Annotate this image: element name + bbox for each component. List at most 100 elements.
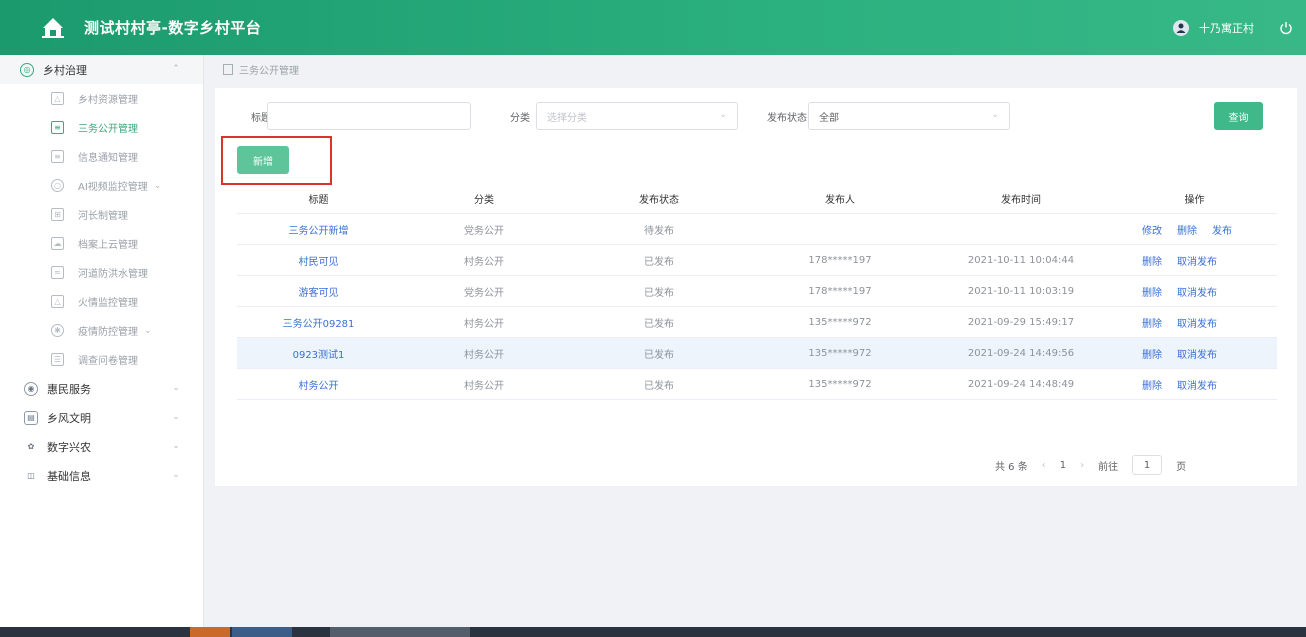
column-header: 发布时间: [1001, 194, 1041, 206]
row-title-link[interactable]: 三务公开09281: [237, 315, 400, 330]
query-button[interactable]: 查询: [1214, 102, 1263, 130]
goto-page-input[interactable]: 1: [1132, 455, 1163, 475]
row-publisher: 135*****972: [808, 347, 872, 359]
category-select[interactable]: 选择分类 ⌄: [536, 102, 738, 130]
sidebar-item-label: 三务公开管理: [78, 124, 138, 135]
menu-basic-info[interactable]: ◫ 基础信息 ⌄: [0, 461, 203, 490]
status-select[interactable]: 全部 ⌄: [808, 102, 1010, 130]
delete-button[interactable]: 删除: [1142, 346, 1162, 361]
row-actions: 删除 取消发布: [1112, 284, 1277, 299]
top-header: 测试村村亭-数字乡村平台 十乃寓正村: [0, 0, 1306, 55]
row-title-link[interactable]: 三务公开新增: [237, 222, 400, 237]
info-icon: ◫: [27, 471, 35, 480]
status-value: 全部: [819, 112, 839, 124]
row-category: 村务公开: [464, 318, 504, 330]
row-category: 村务公开: [464, 380, 504, 392]
taskbar-item: [190, 627, 230, 637]
pagination-total: 共 6 条: [995, 461, 1028, 473]
menu-label: 乡村治理: [43, 63, 87, 77]
sidebar-item-three-affairs[interactable]: ≡ 三务公开管理: [0, 113, 203, 142]
sidebar-item-label: 火情监控管理: [78, 298, 138, 309]
table-row: 三务公开新增 党务公开 待发布 修改 删除 发布: [237, 214, 1277, 245]
username[interactable]: 十乃寓正村: [1199, 20, 1254, 36]
table-row: 0923测试1 村务公开 已发布 135*****972 2021-09-24 …: [237, 338, 1277, 369]
prev-page-icon[interactable]: ‹: [1042, 460, 1046, 471]
row-category: 党务公开: [464, 225, 504, 237]
unpublish-button[interactable]: 取消发布: [1177, 377, 1217, 392]
row-publisher: 178*****197: [808, 254, 872, 266]
menu-label: 数字兴农: [47, 440, 91, 454]
document-icon: ≡: [51, 121, 64, 134]
row-category: 党务公开: [464, 287, 504, 299]
publish-button[interactable]: 发布: [1212, 222, 1232, 237]
content-card: 标题 分类 选择分类 ⌄ 发布状态 全部 ⌄ 查询 新增 标题 分类 发布状态 …: [215, 88, 1297, 486]
table-row: 村务公开 村务公开 已发布 135*****972 2021-09-24 14:…: [237, 369, 1277, 400]
sidebar-item-ai-video[interactable]: ○ AI视频监控管理 ⌄: [0, 171, 203, 200]
edit-button[interactable]: 修改: [1142, 222, 1162, 237]
data-table: 标题 分类 发布状态 发布人 发布时间 操作 三务公开新增 党务公开 待发布 修…: [237, 183, 1277, 400]
breadcrumb: 三务公开管理: [205, 55, 1306, 84]
avatar[interactable]: [1173, 19, 1189, 36]
sidebar-item-epidemic[interactable]: ✱ 疫情防控管理 ⌄: [0, 316, 203, 345]
row-time: 2021-09-29 15:49:17: [967, 316, 1075, 328]
delete-button[interactable]: 删除: [1142, 284, 1162, 299]
delete-button[interactable]: 删除: [1142, 315, 1162, 330]
row-time: 2021-10-11 10:03:19: [967, 285, 1075, 297]
chevron-down-icon: ⌄: [719, 110, 727, 120]
next-page-icon[interactable]: ›: [1080, 460, 1084, 471]
table-header: 标题 分类 发布状态 发布人 发布时间 操作: [237, 183, 1277, 214]
power-icon[interactable]: [1278, 20, 1294, 36]
sidebar-item-fire[interactable]: △ 火情监控管理: [0, 287, 203, 316]
taskbar-item: [330, 627, 470, 637]
table-row: 三务公开09281 村务公开 已发布 135*****972 2021-09-2…: [237, 307, 1277, 338]
sidebar-item-notices[interactable]: ≡ 信息通知管理: [0, 142, 203, 171]
chevron-down-icon: ⌄: [172, 412, 180, 422]
menu-rural-governance[interactable]: ◎ 乡村治理 ⌃: [0, 55, 203, 84]
sidebar-item-label: 档案上云管理: [78, 240, 138, 251]
row-title-link[interactable]: 村务公开: [237, 377, 400, 392]
status-filter-label: 发布状态: [767, 113, 807, 124]
sidebar-item-label: 疫情防控管理: [78, 327, 138, 338]
row-category: 村务公开: [464, 349, 504, 361]
category-placeholder: 选择分类: [547, 112, 587, 124]
sidebar-item-archives[interactable]: ☁ 档案上云管理: [0, 229, 203, 258]
page-number[interactable]: 1: [1060, 460, 1066, 471]
menu-digital-agriculture[interactable]: ✿ 数字兴农 ⌄: [0, 432, 203, 461]
chevron-down-icon: ⌄: [172, 441, 180, 451]
delete-button[interactable]: 删除: [1142, 253, 1162, 268]
menu-public-service[interactable]: ◉ 惠民服务 ⌄: [0, 374, 203, 403]
breadcrumb-label[interactable]: 三务公开管理: [239, 62, 299, 77]
unpublish-button[interactable]: 取消发布: [1177, 315, 1217, 330]
app-title: 测试村村亭-数字乡村平台: [84, 19, 262, 37]
menu-civilization[interactable]: ▤ 乡风文明 ⌄: [0, 403, 203, 432]
row-status: 已发布: [644, 318, 674, 330]
water-icon: ≈: [51, 266, 64, 279]
sidebar: ◎ 乡村治理 ⌃ △ 乡村资源管理 ≡ 三务公开管理 ≡ 信息通知管理 ○ AI…: [0, 55, 204, 627]
sidebar-item-river-chief[interactable]: ⊞ 河长制管理: [0, 200, 203, 229]
menu-label: 基础信息: [47, 469, 91, 483]
chevron-up-icon: ⌃: [172, 64, 180, 74]
category-filter-label: 分类: [510, 113, 530, 124]
unpublish-button[interactable]: 取消发布: [1177, 346, 1217, 361]
row-title-link[interactable]: 0923测试1: [237, 346, 400, 361]
taskbar-item: [232, 627, 292, 637]
delete-button[interactable]: 删除: [1142, 377, 1162, 392]
row-title-link[interactable]: 村民可见: [237, 253, 400, 268]
sidebar-item-resources[interactable]: △ 乡村资源管理: [0, 84, 203, 113]
row-title-link[interactable]: 游客可见: [237, 284, 400, 299]
sidebar-item-flood[interactable]: ≈ 河道防洪水管理: [0, 258, 203, 287]
sidebar-item-label: 河长制管理: [78, 211, 128, 222]
sidebar-item-label: AI视频监控管理: [78, 182, 148, 193]
unpublish-button[interactable]: 取消发布: [1177, 253, 1217, 268]
add-button[interactable]: 新增: [237, 146, 289, 174]
fire-icon: △: [51, 295, 64, 308]
delete-button[interactable]: 删除: [1177, 222, 1197, 237]
column-header: 操作: [1184, 194, 1205, 206]
column-header: 发布人: [825, 194, 855, 206]
table-row: 游客可见 党务公开 已发布 178*****197 2021-10-11 10:…: [237, 276, 1277, 307]
pagination: 共 6 条 ‹ 1 › 前往 1 页: [995, 455, 1186, 475]
unpublish-button[interactable]: 取消发布: [1177, 284, 1217, 299]
sidebar-item-survey[interactable]: ☰ 调查问卷管理: [0, 345, 203, 374]
title-input[interactable]: [267, 102, 471, 130]
column-header: 标题: [308, 194, 329, 206]
